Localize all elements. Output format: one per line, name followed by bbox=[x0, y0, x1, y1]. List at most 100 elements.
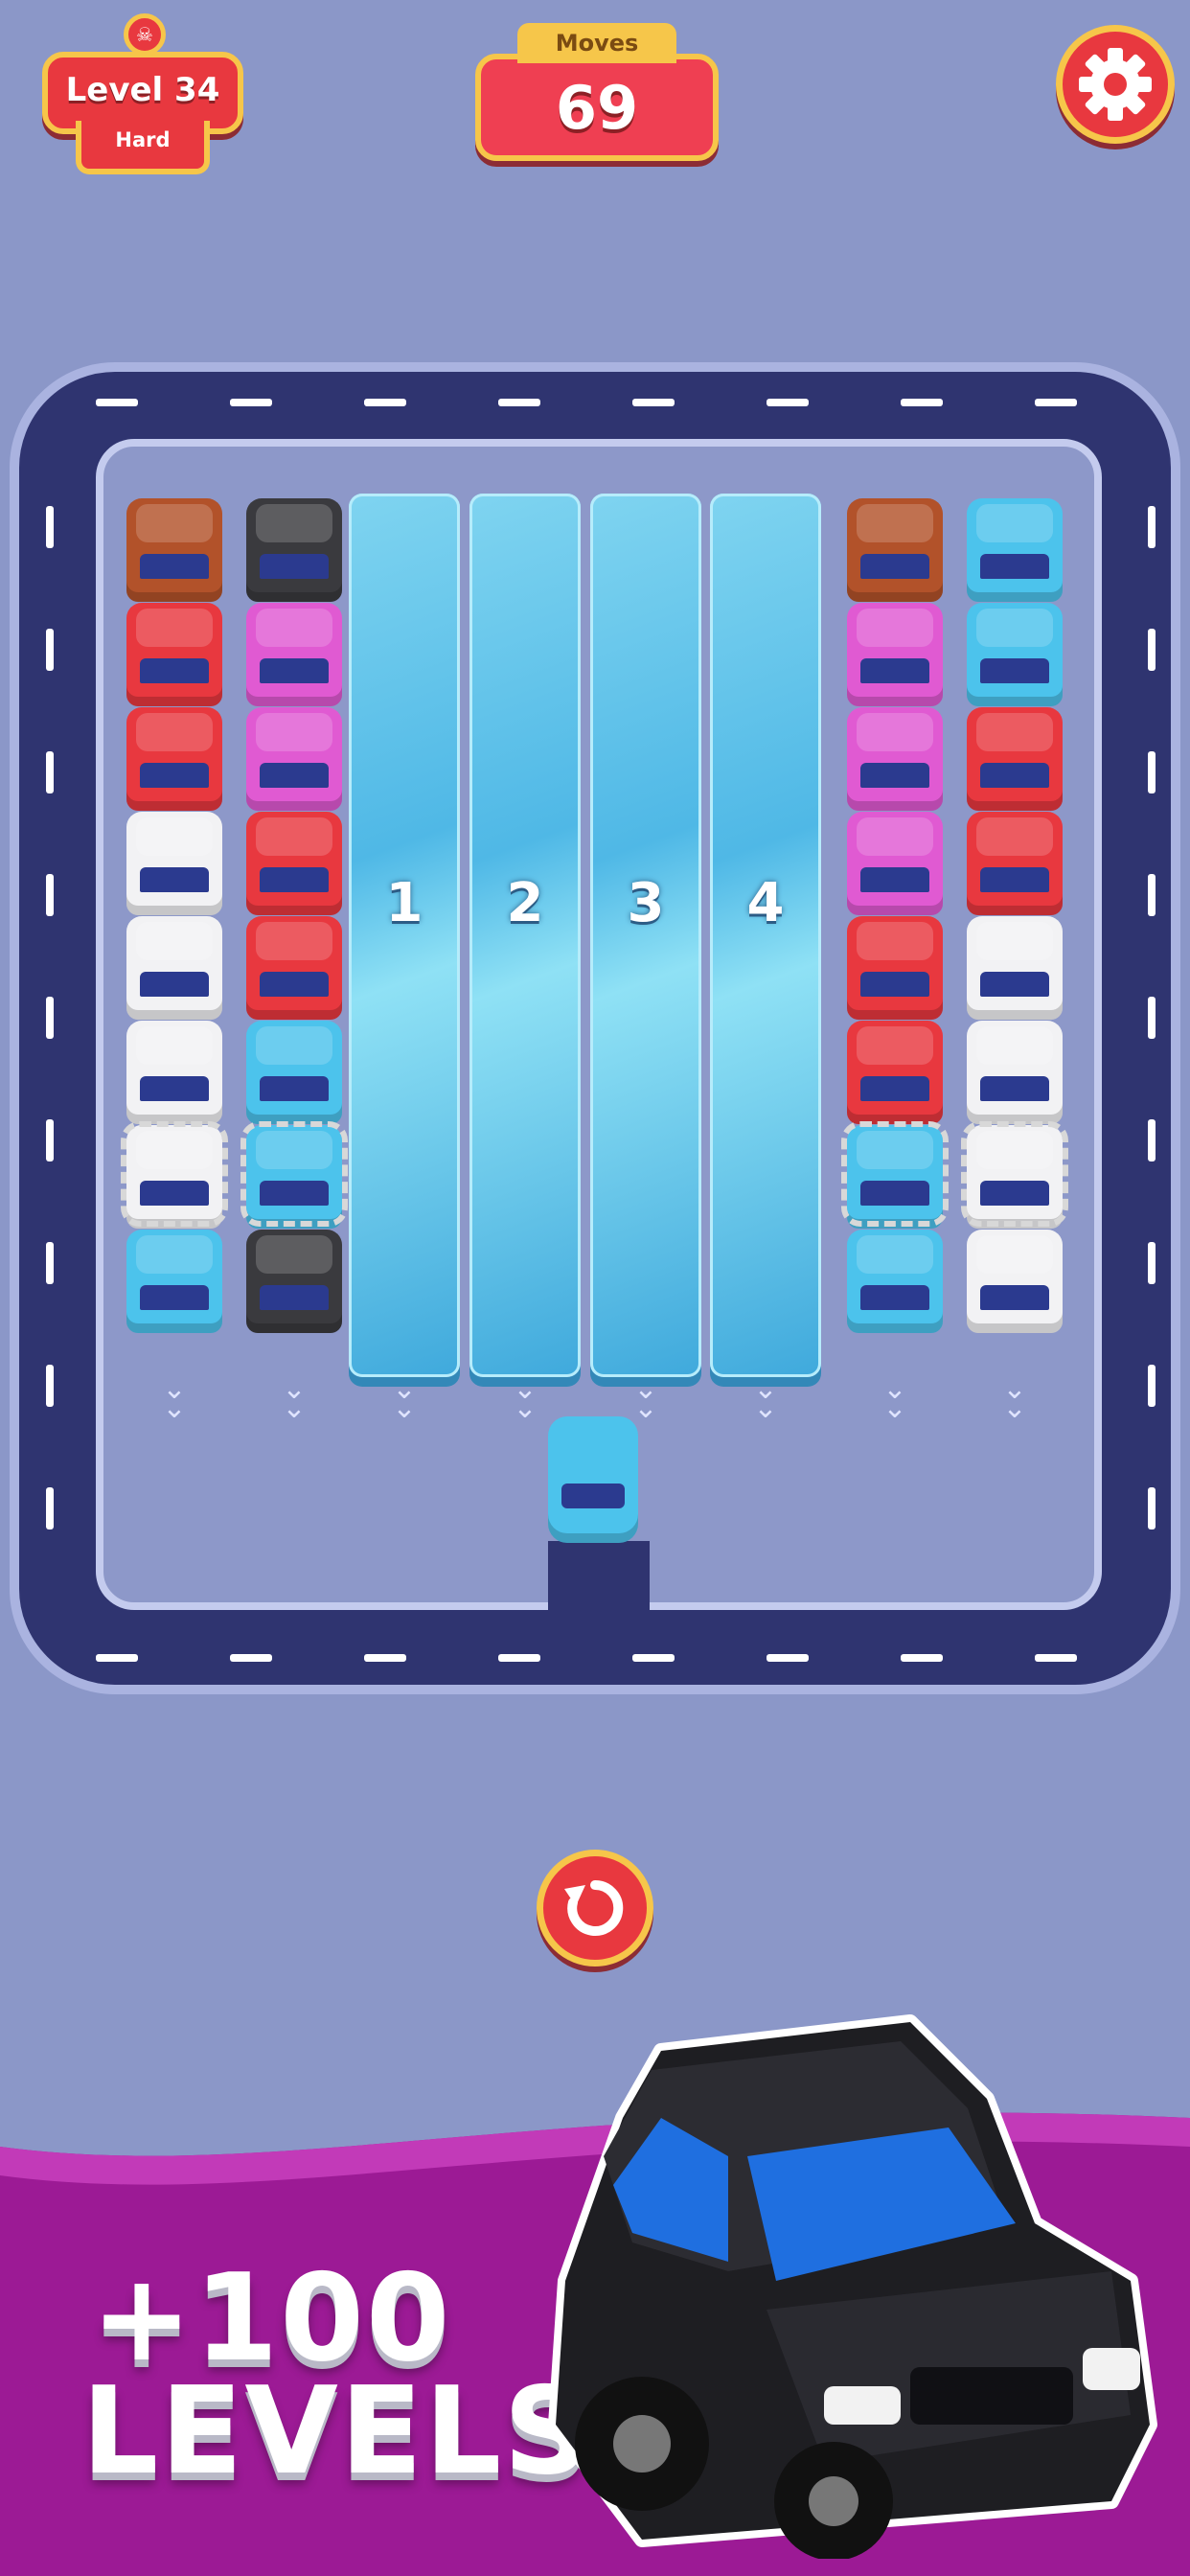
ice-counter: 4 bbox=[746, 872, 785, 934]
road-dash bbox=[96, 399, 138, 406]
red-car[interactable] bbox=[847, 916, 943, 1020]
road-dash bbox=[1148, 1119, 1156, 1162]
skull-icon: ☠ bbox=[124, 13, 166, 56]
white-car[interactable] bbox=[967, 916, 1063, 1020]
chevron-down-icon: ⌄ ⌄ bbox=[753, 1372, 778, 1425]
gear-icon bbox=[1079, 48, 1152, 121]
chevron-down-icon: ⌄ ⌄ bbox=[633, 1372, 658, 1425]
red-car[interactable] bbox=[246, 812, 342, 915]
exit-car bbox=[548, 1416, 638, 1543]
blue-car[interactable] bbox=[847, 1230, 943, 1333]
moves-value: 69 bbox=[555, 73, 639, 143]
road-dash bbox=[230, 399, 272, 406]
white-car[interactable] bbox=[126, 812, 222, 915]
road-dash bbox=[46, 629, 54, 671]
chain-lock bbox=[841, 1121, 949, 1227]
road-dash bbox=[46, 1242, 54, 1284]
road-dash bbox=[1148, 506, 1156, 548]
ice-counter: 3 bbox=[627, 872, 665, 934]
road-dash bbox=[46, 997, 54, 1039]
white-car[interactable] bbox=[967, 1230, 1063, 1333]
road-dash bbox=[1148, 1242, 1156, 1284]
road-dash bbox=[1148, 874, 1156, 916]
red-car[interactable] bbox=[246, 916, 342, 1020]
lane-7[interactable] bbox=[841, 498, 949, 1366]
chain-lock bbox=[121, 1121, 228, 1227]
black-car-illustration bbox=[548, 2014, 1157, 2559]
white-car[interactable] bbox=[967, 1021, 1063, 1124]
blue-car[interactable] bbox=[126, 1230, 222, 1333]
red-car[interactable] bbox=[126, 707, 222, 811]
restart-icon bbox=[564, 1879, 624, 1936]
blue-car[interactable] bbox=[246, 1021, 342, 1124]
red-car[interactable] bbox=[967, 812, 1063, 915]
red-car[interactable] bbox=[126, 603, 222, 706]
ice-counter: 1 bbox=[385, 872, 423, 934]
chevron-down-icon: ⌄ ⌄ bbox=[513, 1372, 538, 1425]
brown-car[interactable] bbox=[847, 498, 943, 602]
road-dash bbox=[46, 506, 54, 548]
black-car[interactable] bbox=[246, 498, 342, 602]
ice-block-4: 4 bbox=[710, 494, 821, 1377]
pink-car[interactable] bbox=[847, 707, 943, 811]
chevron-down-icon: ⌄ ⌄ bbox=[1002, 1372, 1027, 1425]
difficulty-label: Hard bbox=[115, 128, 171, 151]
red-car[interactable] bbox=[967, 707, 1063, 811]
level-badge: Level 34 Hard ☠ bbox=[42, 13, 243, 174]
chain-lock bbox=[961, 1121, 1068, 1227]
moves-label: Moves bbox=[517, 23, 676, 63]
restart-button[interactable] bbox=[537, 1850, 653, 1966]
chevron-down-icon: ⌄ ⌄ bbox=[162, 1372, 187, 1425]
blue-car[interactable] bbox=[967, 498, 1063, 602]
chain-lock bbox=[240, 1121, 348, 1227]
black-car[interactable] bbox=[246, 1230, 342, 1333]
road-dash bbox=[632, 399, 675, 406]
blue-car[interactable] bbox=[967, 603, 1063, 706]
lane-2[interactable] bbox=[240, 498, 348, 1366]
ice-block-2: 2 bbox=[469, 494, 581, 1377]
road-dash bbox=[96, 1654, 138, 1662]
road-dash bbox=[46, 751, 54, 794]
road-dash bbox=[901, 399, 943, 406]
road-dash bbox=[767, 399, 809, 406]
road-dash bbox=[632, 1654, 675, 1662]
chevron-down-icon: ⌄ ⌄ bbox=[882, 1372, 907, 1425]
road-dash bbox=[1035, 1654, 1077, 1662]
lane-1[interactable] bbox=[121, 498, 228, 1366]
road-dash bbox=[364, 399, 406, 406]
road-dash bbox=[364, 1654, 406, 1662]
chevron-down-icon: ⌄ ⌄ bbox=[392, 1372, 417, 1425]
road-dash bbox=[1148, 751, 1156, 794]
road-dash bbox=[498, 1654, 540, 1662]
road-dash bbox=[46, 1365, 54, 1407]
lane-8[interactable] bbox=[961, 498, 1068, 1366]
red-car[interactable] bbox=[847, 1021, 943, 1124]
road-dash bbox=[1148, 997, 1156, 1039]
road-dash bbox=[230, 1654, 272, 1662]
road-dash bbox=[1148, 1365, 1156, 1407]
pink-car[interactable] bbox=[847, 812, 943, 915]
pink-car[interactable] bbox=[246, 603, 342, 706]
ice-block-1: 1 bbox=[349, 494, 460, 1377]
road-dash bbox=[498, 399, 540, 406]
road-dash bbox=[46, 1119, 54, 1162]
road-dash bbox=[767, 1654, 809, 1662]
road-dash bbox=[46, 874, 54, 916]
moves-counter: 69 Moves bbox=[475, 23, 719, 161]
exit-road bbox=[548, 1541, 650, 1627]
road-dash bbox=[1148, 1487, 1156, 1530]
white-car[interactable] bbox=[126, 916, 222, 1020]
road-dash bbox=[1035, 399, 1077, 406]
brown-car[interactable] bbox=[126, 498, 222, 602]
level-label: Level 34 bbox=[65, 71, 220, 109]
ice-block-3: 3 bbox=[590, 494, 701, 1377]
pink-car[interactable] bbox=[246, 707, 342, 811]
road-dash bbox=[901, 1654, 943, 1662]
white-car[interactable] bbox=[126, 1021, 222, 1124]
road-dash bbox=[46, 1487, 54, 1530]
road-dash bbox=[1148, 629, 1156, 671]
ice-counter: 2 bbox=[506, 872, 544, 934]
settings-button[interactable] bbox=[1056, 25, 1175, 144]
pink-car[interactable] bbox=[847, 603, 943, 706]
chevron-down-icon: ⌄ ⌄ bbox=[282, 1372, 307, 1425]
